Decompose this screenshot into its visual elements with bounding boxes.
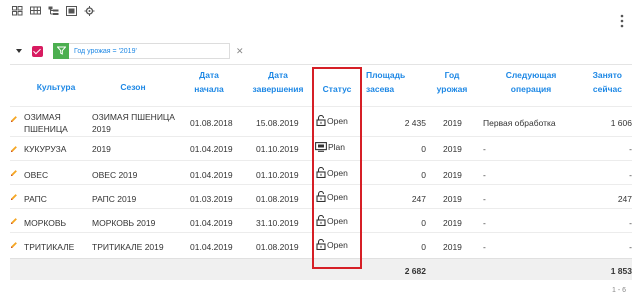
end-date-cell: 01.10.2019 bbox=[256, 170, 299, 180]
edit-pencil-icon[interactable] bbox=[10, 241, 18, 249]
header-end-date[interactable]: Дата завершения bbox=[252, 68, 304, 96]
harvest-year-cell: 2019 bbox=[443, 242, 462, 252]
season-cell: МОРКОВЬ 2019 bbox=[92, 218, 156, 228]
collapse-filter-caret-icon[interactable] bbox=[16, 49, 22, 53]
start-date-cell: 01.04.2019 bbox=[190, 242, 233, 252]
table-view-icon[interactable] bbox=[30, 6, 41, 16]
area-cell: 247 bbox=[411, 194, 426, 204]
occupied-cell: 247 bbox=[617, 194, 632, 204]
filter-chip[interactable]: Год урожая = '2019' bbox=[53, 42, 230, 59]
harvest-year-cell: 2019 bbox=[443, 144, 462, 154]
grid-divider bbox=[10, 64, 632, 65]
season-cell: ОЗИМАЯ ПШЕНИЦА 2019 bbox=[92, 112, 175, 134]
end-date-cell: 01.08.2019 bbox=[256, 194, 299, 204]
season-cell: ОВЕС 2019 bbox=[92, 170, 138, 180]
tree-view-icon[interactable] bbox=[48, 6, 59, 16]
end-date-cell: 15.08.2019 bbox=[256, 118, 299, 128]
pager-info: 1 - 6 bbox=[611, 287, 626, 294]
start-date-cell: 01.04.2019 bbox=[190, 218, 233, 228]
area-cell: 0 bbox=[421, 218, 426, 228]
edit-pencil-icon[interactable] bbox=[10, 145, 18, 153]
edit-pencil-icon[interactable] bbox=[10, 115, 18, 123]
end-date-cell: 01.10.2019 bbox=[256, 144, 299, 154]
area-cell: 0 bbox=[421, 144, 426, 154]
filter-bar: Год урожая = '2019' ✕ bbox=[16, 42, 244, 59]
culture-cell: РАПС bbox=[24, 194, 47, 204]
next-operation-cell: - bbox=[483, 194, 486, 204]
next-operation-cell: - bbox=[483, 242, 486, 252]
next-operation-cell: Первая обработка bbox=[483, 118, 556, 128]
header-harvest-year[interactable]: Год урожая bbox=[434, 68, 470, 96]
settings-icon[interactable] bbox=[84, 6, 95, 16]
occupied-cell: - bbox=[629, 170, 632, 180]
total-occupied: 1 853 bbox=[610, 266, 632, 276]
funnel-icon[interactable] bbox=[53, 42, 69, 59]
harvest-year-cell: 2019 bbox=[443, 118, 462, 128]
start-date-cell: 01.04.2019 bbox=[190, 144, 233, 154]
start-date-cell: 01.08.2018 bbox=[190, 118, 233, 128]
occupied-cell: 1 606 bbox=[610, 118, 632, 128]
header-season[interactable]: Сезон bbox=[98, 80, 168, 94]
header-next-operation[interactable]: Следующая операция bbox=[496, 68, 566, 96]
next-operation-cell: - bbox=[483, 144, 486, 154]
culture-cell: ТРИТИКАЛЕ bbox=[24, 242, 75, 252]
harvest-year-cell: 2019 bbox=[443, 218, 462, 228]
header-occupied[interactable]: Занято сейчас bbox=[582, 68, 622, 96]
harvest-year-cell: 2019 bbox=[443, 194, 462, 204]
start-date-cell: 01.04.2019 bbox=[190, 170, 233, 180]
season-cell: РАПС 2019 bbox=[92, 194, 137, 204]
occupied-cell: - bbox=[629, 144, 632, 154]
season-cell: ТРИТИКАЛЕ 2019 bbox=[92, 242, 164, 252]
edit-pencil-icon[interactable] bbox=[10, 193, 18, 201]
edit-pencil-icon[interactable] bbox=[10, 217, 18, 225]
season-cell: 2019 bbox=[92, 144, 111, 154]
end-date-cell: 31.10.2019 bbox=[256, 218, 299, 228]
area-cell: 0 bbox=[421, 170, 426, 180]
header-culture[interactable]: Культура bbox=[26, 80, 86, 94]
culture-cell: МОРКОВЬ bbox=[24, 218, 67, 228]
occupied-cell: - bbox=[629, 242, 632, 252]
more-options-icon[interactable] bbox=[620, 14, 624, 28]
header-area[interactable]: Площадь засева bbox=[366, 68, 408, 96]
filter-enabled-checkbox[interactable] bbox=[32, 45, 43, 57]
filter-expression[interactable]: Год урожая = '2019' bbox=[69, 48, 229, 55]
export-icon[interactable] bbox=[66, 6, 77, 16]
start-date-cell: 01.03.2019 bbox=[190, 194, 233, 204]
culture-cell: ОВЕС bbox=[24, 170, 49, 180]
status-column-highlight bbox=[312, 67, 362, 269]
next-operation-cell: - bbox=[483, 170, 486, 180]
culture-cell: ОЗИМАЯ ПШЕНИЦА bbox=[24, 112, 68, 134]
area-cell: 0 bbox=[421, 242, 426, 252]
end-date-cell: 01.08.2019 bbox=[256, 242, 299, 252]
grid-view-icon[interactable] bbox=[12, 6, 23, 16]
harvest-year-cell: 2019 bbox=[443, 170, 462, 180]
area-cell: 2 435 bbox=[404, 118, 426, 128]
next-operation-cell: - bbox=[483, 218, 486, 228]
culture-cell: КУКУРУЗА bbox=[24, 144, 67, 154]
clear-filter-icon[interactable]: ✕ bbox=[236, 46, 244, 57]
occupied-cell: - bbox=[629, 218, 632, 228]
total-area: 2 682 bbox=[404, 266, 426, 276]
edit-pencil-icon[interactable] bbox=[10, 169, 18, 177]
header-start-date[interactable]: Дата начала bbox=[188, 68, 230, 96]
view-toolbar bbox=[12, 6, 95, 16]
